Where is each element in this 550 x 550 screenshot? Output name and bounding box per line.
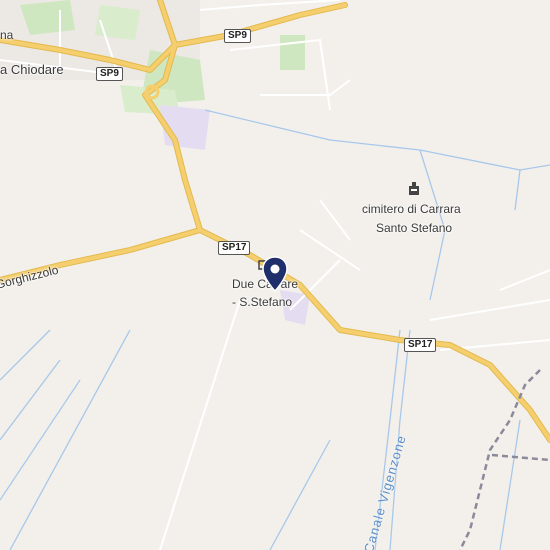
- location-pin-icon[interactable]: [262, 256, 288, 292]
- map-canvas[interactable]: na a Chiodare Gorghizzolo cimitero di Ca…: [0, 0, 550, 550]
- road-shield-sp17: SP17: [404, 338, 437, 352]
- place-label-cemetery-line1: cimitero di Carrara: [362, 202, 461, 216]
- road-shield-sp9: SP9: [224, 29, 251, 43]
- place-label-chiodare: a Chiodare: [0, 62, 64, 77]
- cemetery-icon: [409, 182, 419, 195]
- road-shield-sp9: SP9: [96, 67, 123, 81]
- road-shield-sp17: SP17: [218, 241, 251, 255]
- place-label-top-left: na: [0, 28, 14, 42]
- place-label-cemetery-line2: Santo Stefano: [376, 221, 453, 235]
- place-label-town-line2: - S.Stefano: [232, 295, 293, 309]
